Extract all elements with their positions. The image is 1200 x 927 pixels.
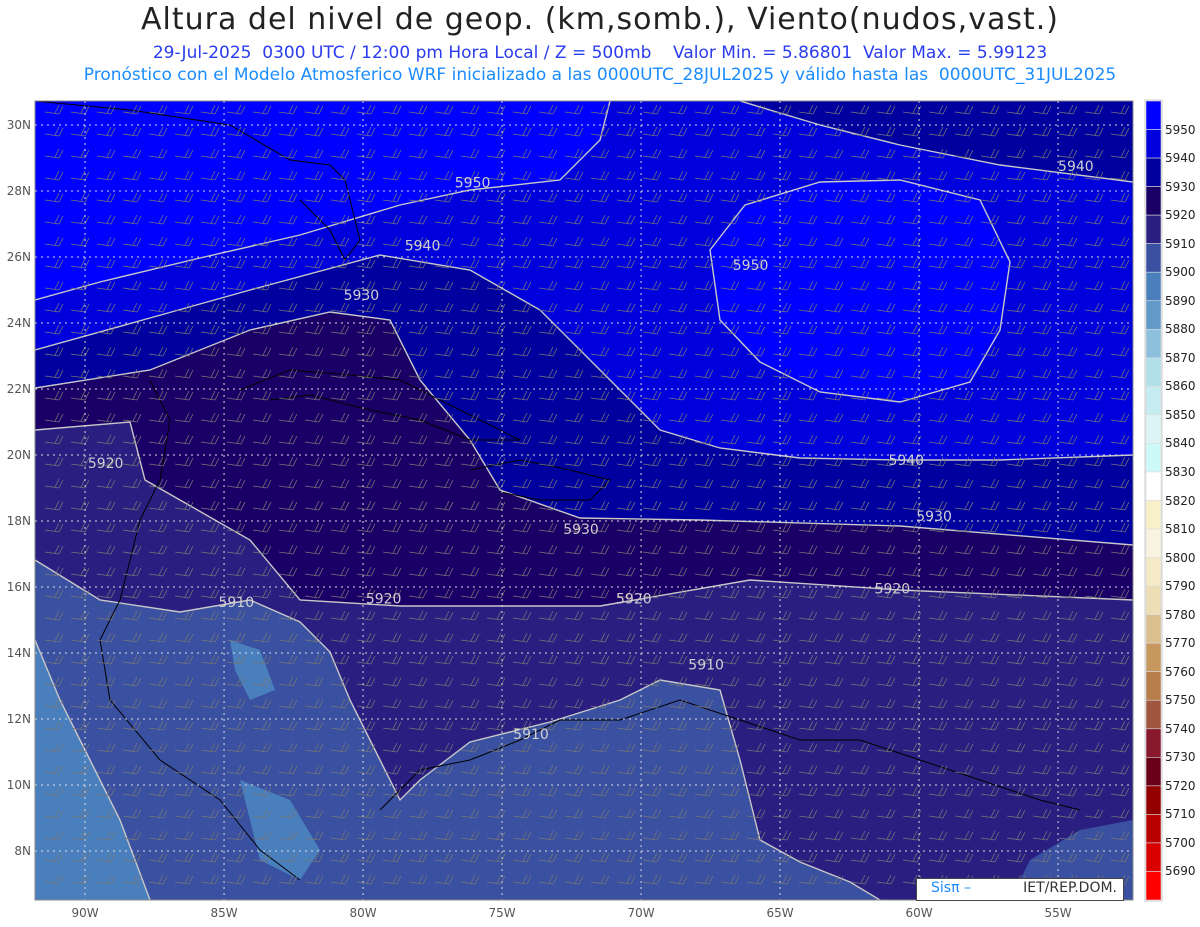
contour-label: 5930 [563, 522, 599, 538]
lon-tick-label: 65W [766, 906, 793, 920]
colorbar-swatch [1145, 614, 1162, 644]
colorbar-label: 5940 [1165, 151, 1196, 166]
logo-box: Sisπ – IET/REP.DOM. [916, 878, 1124, 901]
lat-tick-label: 22N [7, 382, 31, 396]
contour-label: 5940 [888, 453, 924, 469]
colorbar-swatch [1145, 414, 1162, 444]
colorbar-swatch [1145, 814, 1162, 844]
colorbar-swatch [1145, 214, 1162, 244]
colorbar-label: 5820 [1165, 493, 1196, 508]
contour-label: 5950 [455, 176, 491, 192]
lat-tick-label: 26N [7, 250, 31, 264]
colorbar-swatch [1145, 386, 1162, 416]
contour-label: 5930 [344, 288, 380, 304]
contour-label: 5920 [875, 582, 911, 598]
contour-label: 5920 [616, 592, 652, 608]
contour-label: 5930 [916, 509, 952, 525]
lat-tick-label: 12N [7, 712, 31, 726]
colorbar-swatch [1145, 157, 1162, 187]
lat-tick-label: 20N [7, 448, 31, 462]
contour-label: 5950 [733, 258, 769, 274]
colorbar-swatch [1145, 300, 1162, 330]
logo-org: IET/REP.DOM. [1023, 880, 1117, 896]
lat-tick-label: 10N [7, 778, 31, 792]
colorbar-label: 5730 [1165, 750, 1196, 765]
colorbar-label: 5920 [1165, 208, 1196, 223]
contour-label: 5910 [513, 727, 549, 743]
colorbar-label: 5930 [1165, 179, 1196, 194]
colorbar-label: 5740 [1165, 721, 1196, 736]
colorbar-swatch [1145, 129, 1162, 159]
colorbar-label: 5850 [1165, 407, 1196, 422]
colorbar-label: 5840 [1165, 436, 1196, 451]
lat-tick-label: 14N [7, 646, 31, 660]
lon-tick-label: 75W [488, 906, 515, 920]
colorbar-swatch [1145, 328, 1162, 359]
lat-tick-label: 8N [14, 844, 31, 858]
colorbar-label: 5720 [1165, 778, 1196, 793]
colorbar-label: 5870 [1165, 350, 1196, 365]
colorbar-swatch [1145, 699, 1162, 730]
contour-label: 5920 [88, 456, 124, 472]
colorbar-swatch [1145, 642, 1162, 673]
colorbar-label: 5860 [1165, 379, 1196, 394]
lat-tick-label: 18N [7, 514, 31, 528]
colorbar-swatch [1145, 500, 1162, 530]
colorbar-label: 5810 [1165, 522, 1196, 537]
colorbar-swatch [1145, 842, 1162, 872]
lon-tick-label: 55W [1044, 906, 1071, 920]
colorbar-label: 5950 [1165, 122, 1196, 137]
colorbar-swatch [1145, 243, 1162, 273]
contour-label: 5940 [1058, 159, 1094, 175]
colorbar-label: 5800 [1165, 550, 1196, 565]
colorbar-label: 5890 [1165, 293, 1196, 308]
lat-tick-label: 28N [7, 184, 31, 198]
colorbar-swatch [1145, 100, 1162, 130]
colorbar-label: 5900 [1165, 265, 1196, 280]
logo-sispi: Sisπ – [931, 880, 971, 896]
lon-tick-label: 90W [71, 906, 98, 920]
lon-tick-label: 60W [905, 906, 932, 920]
colorbar-label: 5790 [1165, 579, 1196, 594]
colorbar-swatch [1145, 557, 1162, 587]
colorbar-swatch [1145, 728, 1162, 758]
colorbar-label: 5690 [1165, 864, 1196, 879]
colorbar-label: 5830 [1165, 464, 1196, 479]
colorbar-swatch [1145, 471, 1162, 501]
lon-tick-label: 80W [349, 906, 376, 920]
colorbar-swatch [1145, 528, 1162, 558]
colorbar-label: 5780 [1165, 607, 1196, 622]
colorbar-label: 5710 [1165, 807, 1196, 822]
colorbar-swatch [1145, 757, 1162, 787]
lat-tick-label: 30N [7, 118, 31, 132]
colorbar-label: 5700 [1165, 835, 1196, 850]
contour-label: 5940 [405, 238, 441, 254]
colorbar-swatch [1145, 357, 1162, 387]
colorbar-label: 5770 [1165, 636, 1196, 651]
contour-label: 5910 [688, 658, 724, 674]
contour-label: 5920 [366, 592, 402, 608]
colorbar-swatch [1145, 671, 1162, 701]
lon-tick-label: 70W [627, 906, 654, 920]
lat-tick-label: 24N [7, 316, 31, 330]
colorbar-label: 5910 [1165, 236, 1196, 251]
colorbar-swatch [1145, 443, 1162, 473]
lat-tick-label: 16N [7, 580, 31, 594]
colorbar-label: 5750 [1165, 693, 1196, 708]
colorbar-swatch [1145, 871, 1162, 901]
contour-label: 5910 [218, 595, 254, 611]
colorbar-swatch [1145, 186, 1162, 216]
colorbar-swatch [1145, 785, 1162, 815]
colorbar [1144, 99, 1163, 902]
colorbar-swatch [1145, 585, 1162, 615]
colorbar-label: 5760 [1165, 664, 1196, 679]
colorbar-label: 5880 [1165, 322, 1196, 337]
lon-tick-label: 85W [210, 906, 237, 920]
colorbar-swatch [1145, 271, 1162, 302]
geopotential-map: 90W 85W 80W 75W 70W 65W 60W 55W 30N 28N 26N 24N 22N 2… [7, 99, 1163, 920]
